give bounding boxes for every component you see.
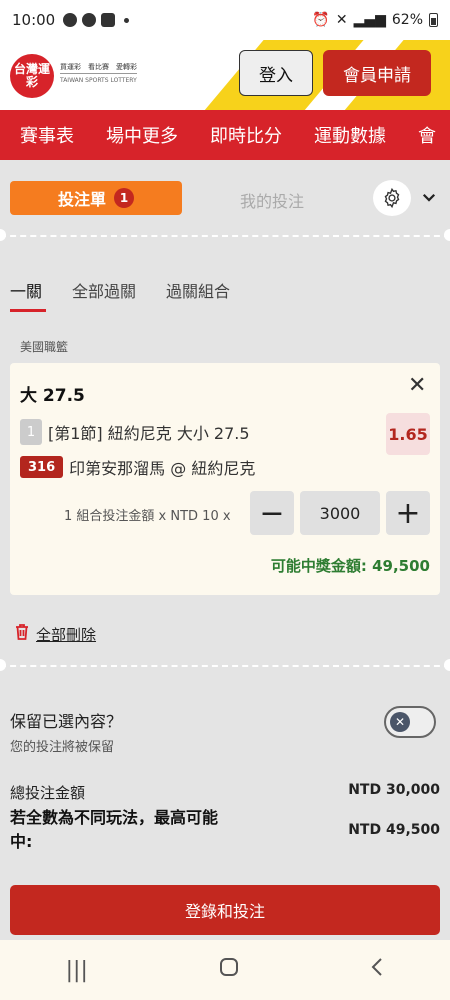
bet-selection: 1 [第1節] 紐約尼克 大小 27.5 xyxy=(20,419,250,445)
max-win: 若全數為不同玩法，最高可能中: NTD 49,500 xyxy=(10,806,440,854)
bet-title: 大 27.5 xyxy=(20,386,85,406)
ticket-notch xyxy=(0,229,6,241)
delete-all-button[interactable]: 全部刪除 xyxy=(14,623,96,645)
tab-betslip[interactable]: 投注單 1 xyxy=(10,181,182,215)
total-label: 總投注金額 xyxy=(10,784,86,802)
max-win-value: NTD 49,500 xyxy=(348,822,440,838)
alarm-icon: ⏰ xyxy=(312,12,330,28)
delete-all-label: 全部刪除 xyxy=(36,625,97,644)
divider xyxy=(0,665,450,667)
period-badge: 1 xyxy=(20,419,42,445)
system-nav-bar: ||| xyxy=(0,940,450,1000)
betslip-panel: 投注單 1 我的投注 一關 全部過關 過關組合 美國職籃 大 27.5 ✕ 1 … xyxy=(0,160,450,940)
tab-parlay-combo[interactable]: 過關組合 xyxy=(166,278,230,302)
nav-item-live-scores[interactable]: 即時比分 xyxy=(210,122,282,148)
trash-icon xyxy=(14,623,30,645)
tagline-text: 買運彩 看比賽 愛轉彩 xyxy=(60,63,137,71)
potential-win-value: 49,500 xyxy=(372,557,430,575)
keep-question: 保留已選內容？ xyxy=(10,712,123,731)
bet-card: 大 27.5 ✕ 1 [第1節] 紐約尼克 大小 27.5 1.65 316 印… xyxy=(10,363,440,595)
total-value: NTD 30,000 xyxy=(348,782,440,798)
keep-selection: 保留已選內容？ 您的投注將被保留 xyxy=(10,708,122,755)
app-header: 台灣運彩 買運彩 看比賽 愛轉彩 TAIWAN SPORTS LOTTERY 登… xyxy=(0,40,450,110)
nav-item-stats[interactable]: 運動數據 xyxy=(314,122,386,148)
register-button[interactable]: 會員申請 xyxy=(323,50,431,96)
bet-description: [第1節] 紐約尼克 大小 27.5 xyxy=(48,424,250,443)
more-dot-icon xyxy=(124,17,130,23)
betslip-count-badge: 1 xyxy=(114,188,134,208)
divider xyxy=(0,235,450,237)
status-bar: 10:00 ⏰ ✕ ▂▄▆ 62% xyxy=(0,0,450,40)
toggle-off-icon: ✕ xyxy=(390,712,410,732)
chevron-down-icon[interactable] xyxy=(420,188,438,210)
ticket-notch xyxy=(444,659,450,671)
login-button[interactable]: 登入 xyxy=(239,50,313,96)
logo[interactable]: 台灣運彩 xyxy=(10,54,54,98)
keep-toggle[interactable]: ✕ xyxy=(384,706,436,738)
logo-tagline: 買運彩 看比賽 愛轉彩 TAIWAN SPORTS LOTTERY xyxy=(60,62,137,86)
stake-label: 1 組合投注金額 x NTD 10 x xyxy=(64,509,231,524)
nav-item-member[interactable]: 會 xyxy=(418,122,436,148)
potential-win: 可能中獎金額: 49,500 xyxy=(271,555,430,576)
betslip-header: 投注單 1 我的投注 xyxy=(10,180,440,216)
keep-subtext: 您的投注將被保留 xyxy=(10,740,115,755)
potential-win-label: 可能中獎金額: xyxy=(270,557,367,575)
tagline-sub: TAIWAN SPORTS LOTTERY xyxy=(60,73,137,86)
tab-single[interactable]: 一關 xyxy=(10,278,47,312)
stake-input[interactable]: 3000 xyxy=(300,491,380,535)
odds-value: 1.65 xyxy=(386,413,430,455)
home-icon[interactable] xyxy=(219,957,239,983)
gallery-icon xyxy=(101,13,116,27)
tab-all-parlay[interactable]: 全部過關 xyxy=(72,278,136,302)
league-label: 美國職籃 xyxy=(20,340,69,354)
mute-icon: ✕ xyxy=(335,12,348,28)
signal-icon: ▂▄▆ xyxy=(353,12,386,28)
tab-betslip-label: 投注單 xyxy=(57,190,106,209)
gear-icon[interactable] xyxy=(373,180,411,216)
back-icon[interactable] xyxy=(370,957,384,983)
increment-button[interactable]: + xyxy=(386,491,430,535)
close-icon[interactable]: ✕ xyxy=(408,373,426,398)
app-notification-icon xyxy=(63,13,78,27)
ticket-notch xyxy=(444,229,450,241)
main-nav: 賽事表 場中更多 即時比分 運動數據 會 xyxy=(0,110,450,160)
match-info: 316 印第安那溜馬 @ 紐約尼克 xyxy=(20,455,255,479)
total-stake: 總投注金額 NTD 30,000 xyxy=(10,782,440,803)
match-code-badge: 316 xyxy=(20,456,64,478)
clock: 10:00 xyxy=(12,11,56,29)
max-win-label: 若全數為不同玩法，最高可能中: xyxy=(10,808,219,851)
system-status: ⏰ ✕ ▂▄▆ 62% xyxy=(312,12,438,28)
notification-icons xyxy=(63,13,130,27)
decrement-button[interactable]: − xyxy=(250,491,294,535)
login-and-bet-button[interactable]: 登錄和投注 xyxy=(10,885,440,935)
match-name: 印第安那溜馬 @ 紐約尼克 xyxy=(69,459,256,478)
battery-percent: 62% xyxy=(391,12,423,28)
ticket-notch xyxy=(0,659,6,671)
recent-apps-icon[interactable]: ||| xyxy=(66,958,88,983)
line-icon xyxy=(82,13,97,27)
tab-my-bets[interactable]: 我的投注 xyxy=(240,188,304,212)
bet-type-tabs: 一關 全部過關 過關組合 xyxy=(10,278,230,312)
nav-item-schedule[interactable]: 賽事表 xyxy=(20,122,74,148)
nav-item-live-more[interactable]: 場中更多 xyxy=(106,122,178,148)
battery-icon xyxy=(429,13,438,27)
